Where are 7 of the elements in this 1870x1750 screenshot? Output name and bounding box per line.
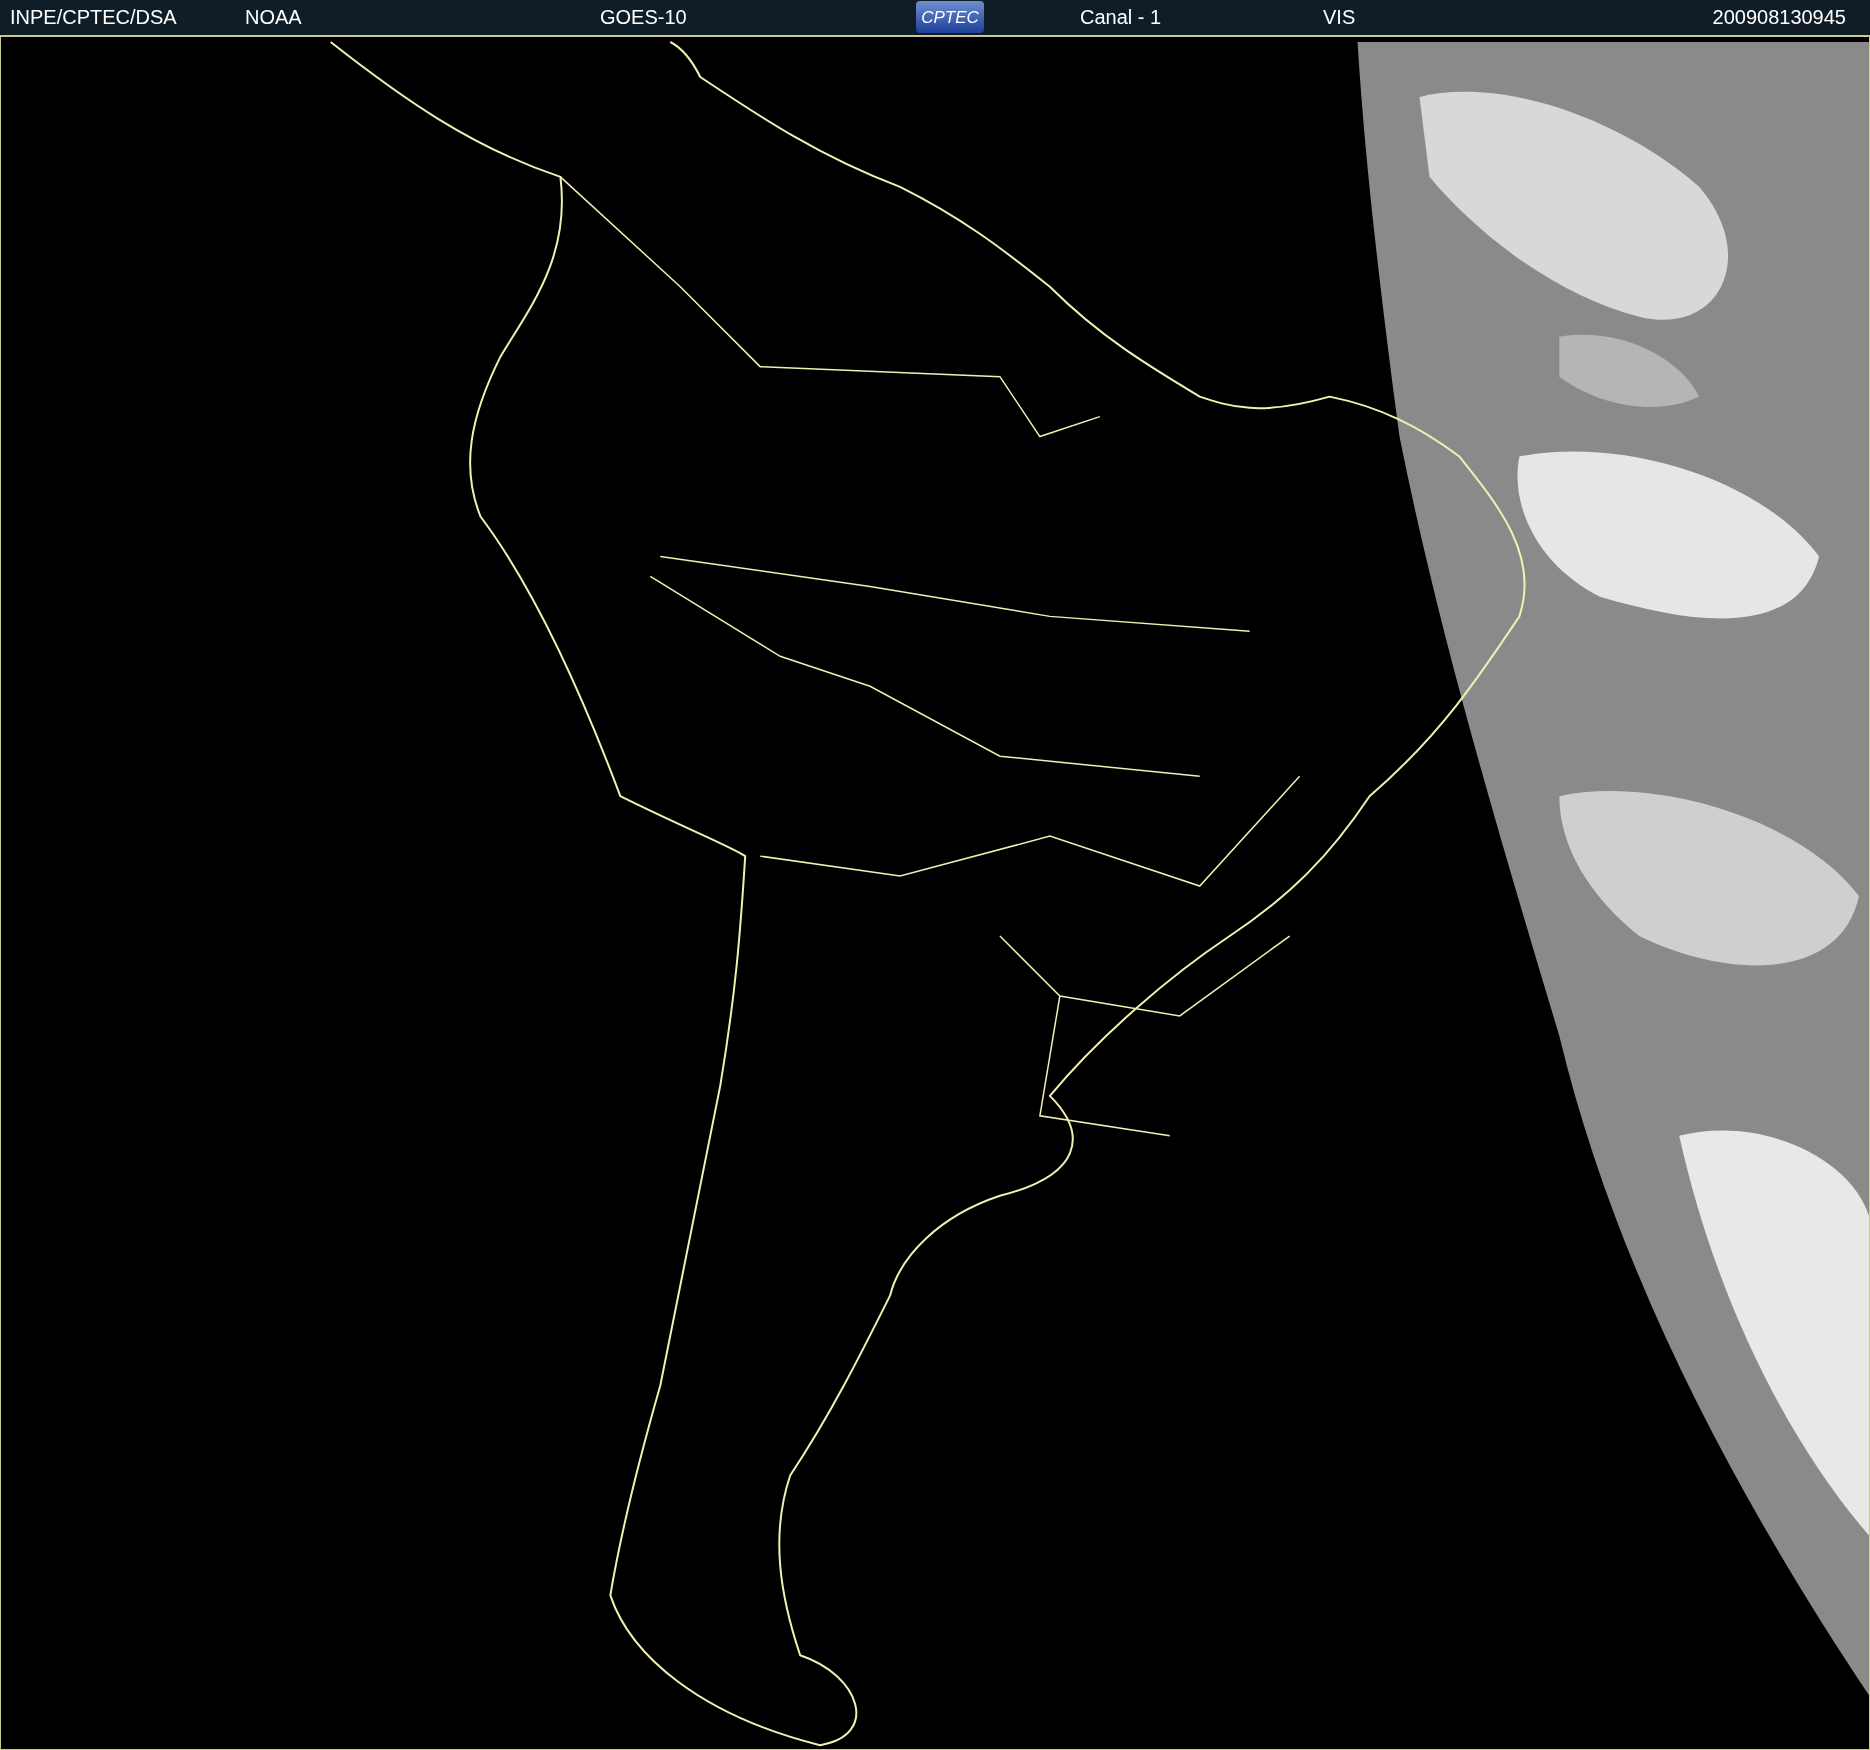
agency-label: INPE/CPTEC/DSA — [10, 7, 178, 28]
logo-badge: CPTEC — [916, 1, 984, 34]
band-label: VIS — [1323, 7, 1357, 28]
channel-label: Canal - 1 — [1080, 7, 1163, 28]
timestamp-label: 200908130945 — [1712, 7, 1846, 28]
source-label: NOAA — [245, 7, 303, 28]
satellite-label: GOES-10 — [600, 7, 688, 28]
